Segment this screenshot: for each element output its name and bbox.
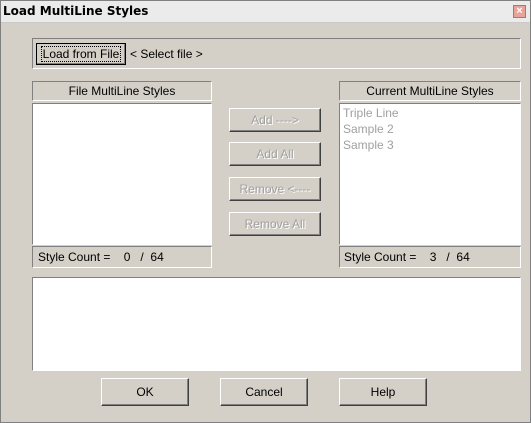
title-bar: Load MultiLine Styles ×: [1, 1, 530, 23]
help-button[interactable]: Help: [339, 378, 427, 406]
cancel-button[interactable]: Cancel: [220, 378, 308, 406]
file-styles-header-label: File MultiLine Styles: [68, 84, 176, 98]
file-styles-header: File MultiLine Styles: [32, 81, 212, 101]
current-styles-list[interactable]: Triple Line Sample 2 Sample 3: [339, 103, 521, 245]
load-from-file-button[interactable]: Load from File: [36, 43, 126, 65]
list-item[interactable]: Sample 3: [340, 137, 520, 153]
ok-button[interactable]: OK: [101, 378, 189, 406]
close-icon: ×: [516, 5, 523, 17]
window-title: Load MultiLine Styles: [3, 4, 149, 18]
add-button[interactable]: Add ---->: [229, 108, 321, 132]
file-styles-list[interactable]: [32, 103, 212, 245]
current-styles-header-label: Current MultiLine Styles: [366, 84, 494, 98]
message-area: [32, 277, 521, 371]
add-all-button[interactable]: Add All: [229, 142, 321, 166]
list-item[interactable]: Sample 2: [340, 121, 520, 137]
current-style-count: Style Count = 3 / 64: [339, 246, 521, 268]
current-styles-header: Current MultiLine Styles: [339, 81, 521, 101]
file-style-count: Style Count = 0 / 64: [32, 246, 212, 268]
load-multiline-styles-dialog: Load MultiLine Styles × Load from File <…: [0, 0, 531, 423]
file-row: Load from File < Select file >: [32, 38, 521, 69]
list-item[interactable]: Triple Line: [340, 105, 520, 121]
selected-file-label: < Select file >: [130, 47, 203, 61]
close-button[interactable]: ×: [513, 5, 526, 18]
remove-button[interactable]: Remove <----: [229, 177, 321, 201]
load-from-file-label: Load from File: [40, 46, 122, 62]
remove-all-button[interactable]: Remove All: [229, 212, 321, 236]
